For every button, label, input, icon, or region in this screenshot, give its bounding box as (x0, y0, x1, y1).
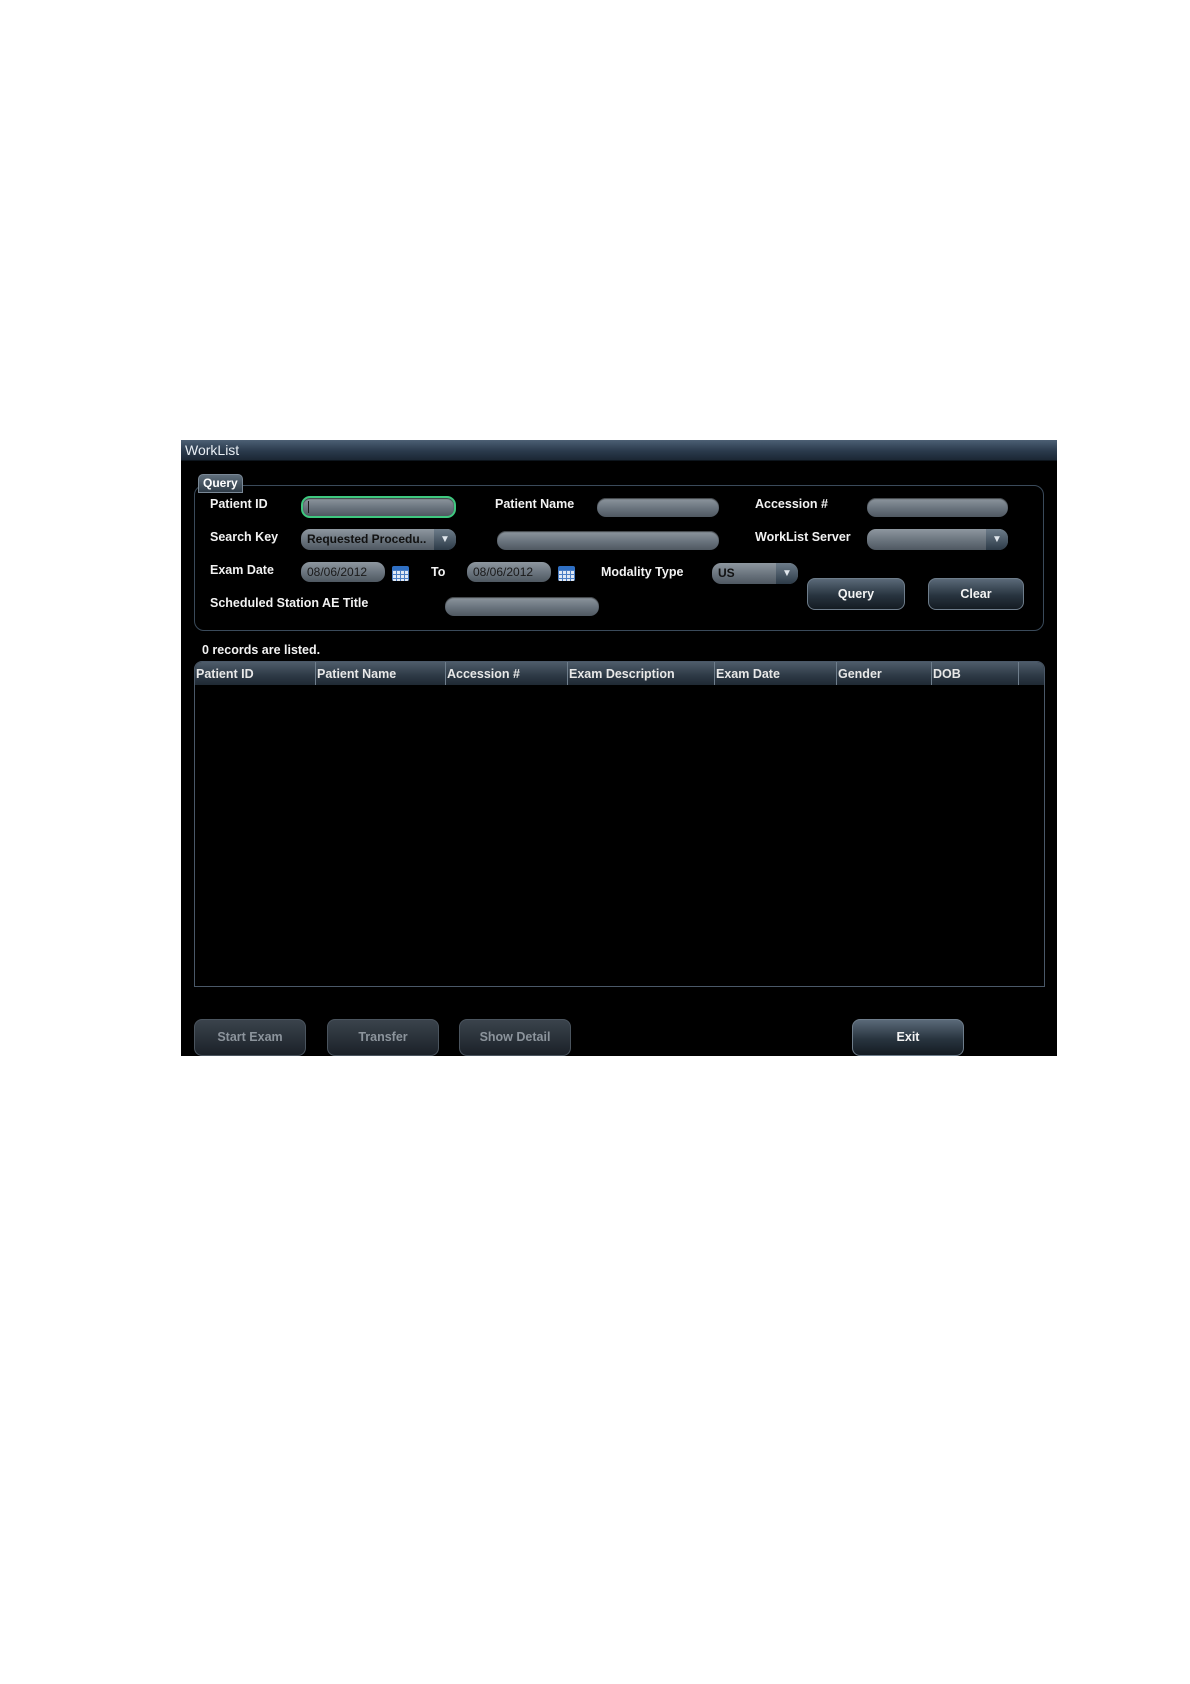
column-header-exam-description[interactable]: Exam Description (568, 662, 715, 685)
scheduled-station-input[interactable] (445, 597, 599, 616)
patient-id-input[interactable] (301, 496, 456, 518)
exit-button[interactable]: Exit (852, 1019, 964, 1056)
accession-label: Accession # (755, 497, 828, 511)
search-key-value-input[interactable] (497, 531, 719, 550)
column-header-gender[interactable]: Gender (837, 662, 932, 685)
modality-type-select[interactable]: US ▼ (712, 563, 798, 584)
calendar-icon[interactable] (558, 566, 575, 581)
scheduled-station-label: Scheduled Station AE Title (210, 596, 369, 610)
patient-id-label: Patient ID (210, 497, 268, 511)
modality-type-selected: US (718, 566, 735, 580)
patient-name-input[interactable] (597, 498, 719, 517)
worklist-server-label: WorkList Server (755, 530, 851, 544)
records-status: 0 records are listed. (202, 643, 321, 657)
chevron-down-icon[interactable]: ▼ (986, 529, 1008, 550)
column-header-patient-id[interactable]: Patient ID (195, 662, 316, 685)
exam-date-to-label: To (431, 565, 446, 579)
worklist-server-select[interactable]: ▼ (867, 529, 1008, 550)
chevron-down-icon[interactable]: ▼ (434, 529, 456, 550)
query-button[interactable]: Query (807, 578, 905, 610)
column-header-accession[interactable]: Accession # (446, 662, 568, 685)
start-exam-button[interactable]: Start Exam (194, 1019, 306, 1056)
table-body[interactable] (195, 685, 1044, 986)
transfer-button[interactable]: Transfer (327, 1019, 439, 1056)
patient-name-label: Patient Name (495, 497, 575, 511)
worklist-dialog: WorkList Query Patient ID Patient Name A… (181, 440, 1057, 1056)
modality-type-label: Modality Type (601, 565, 684, 579)
accession-input[interactable] (867, 498, 1008, 517)
show-detail-button[interactable]: Show Detail (459, 1019, 571, 1056)
column-header-patient-name[interactable]: Patient Name (316, 662, 446, 685)
search-key-label: Search Key (210, 530, 279, 544)
exam-date-from-input[interactable]: 08/06/2012 (301, 562, 385, 582)
search-key-select[interactable]: Requested Procedu.. ▼ (301, 529, 456, 550)
title-bar: WorkList (181, 440, 1057, 461)
window-title: WorkList (185, 442, 240, 458)
table-header: Patient ID Patient Name Accession # Exam… (195, 662, 1044, 685)
exam-date-to-input[interactable]: 08/06/2012 (467, 562, 551, 582)
calendar-icon[interactable] (392, 566, 409, 581)
column-header-dob[interactable]: DOB (932, 662, 1019, 685)
results-table: Patient ID Patient Name Accession # Exam… (194, 661, 1045, 987)
exam-date-label: Exam Date (210, 563, 274, 577)
column-header-exam-date[interactable]: Exam Date (715, 662, 837, 685)
search-key-selected: Requested Procedu.. (307, 532, 427, 546)
clear-button[interactable]: Clear (928, 578, 1024, 610)
chevron-down-icon[interactable]: ▼ (776, 563, 798, 584)
query-group-label: Query (198, 474, 243, 493)
